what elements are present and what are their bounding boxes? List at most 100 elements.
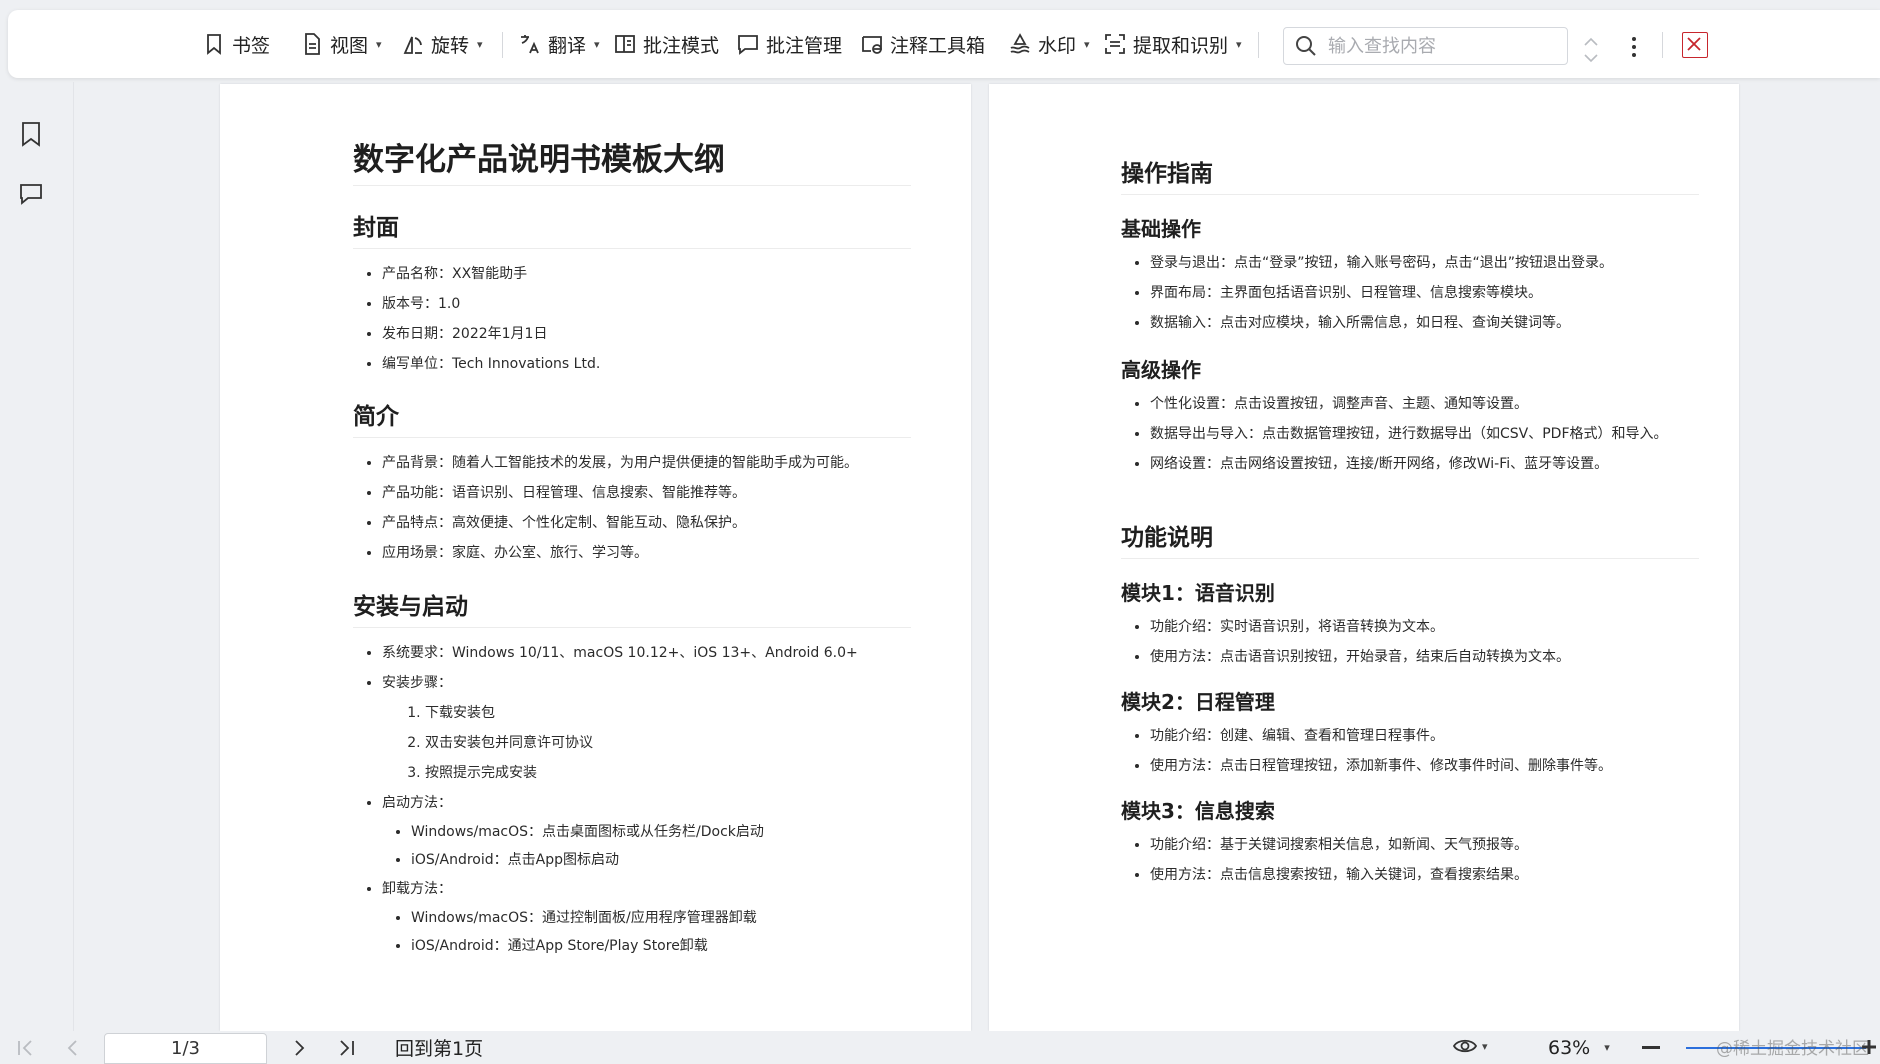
list-item: 按照提示完成安装 xyxy=(425,758,911,788)
rotate-label: 旋转 xyxy=(431,34,470,57)
list-item: 功能介绍：创建、编辑、查看和管理日程事件。 xyxy=(1150,721,1699,751)
list-item: 编写单位：Tech Innovations Ltd. xyxy=(382,349,911,379)
advanced-ops-list: 个性化设置：点击设置按钮，调整声音、主题、通知等设置。 数据导出与导入：点击数据… xyxy=(1121,389,1699,479)
rotate-button[interactable]: 旋转 ▾ xyxy=(401,10,483,78)
subsection-heading: 模块1：语音识别 xyxy=(1121,581,1275,605)
chevron-down-icon: ▾ xyxy=(1084,37,1090,51)
annotate-manage-button[interactable]: 批注管理 xyxy=(736,10,842,78)
rotate-icon xyxy=(403,36,422,54)
section-heading: 功能说明 xyxy=(1121,518,1699,559)
toolbar-divider xyxy=(1258,32,1259,58)
first-page-button[interactable] xyxy=(12,1035,38,1061)
basic-ops-list: 登录与退出：点击“登录”按钮，输入账号密码，点击“退出”按钮退出登录。 界面布局… xyxy=(1121,248,1699,338)
list-item: 安装步骤： 下载安装包 双击安装包并同意许可协议 按照提示完成安装 xyxy=(382,668,911,788)
zoom-in-button[interactable] xyxy=(1860,1037,1878,1057)
document-page-2: 操作指南 基础操作 登录与退出：点击“登录”按钮，输入账号密码，点击“退出”按钮… xyxy=(989,84,1739,1031)
list-item: 系统要求：Windows 10/11、macOS 10.12+、iOS 13+、… xyxy=(382,638,911,668)
watermark-icon xyxy=(1010,33,1030,54)
view-button[interactable]: 视图 ▾ xyxy=(300,10,382,78)
scan-icon xyxy=(1105,34,1125,54)
list-item: 应用场景：家庭、办公室、旅行、学习等。 xyxy=(382,538,911,568)
toolbar-divider xyxy=(1662,32,1663,58)
subsection-heading: 高级操作 xyxy=(1121,358,1201,382)
list-item: 双击安装包并同意许可协议 xyxy=(425,728,911,758)
sidebar-bookmarks-button[interactable] xyxy=(18,120,44,148)
last-page-button[interactable] xyxy=(334,1035,360,1061)
left-sidebar xyxy=(0,82,74,1032)
list-item: 使用方法：点击语音识别按钮，开始录音，结束后自动转换为文本。 xyxy=(1150,642,1699,672)
list-item-label: 卸载方法： xyxy=(382,881,452,897)
plus-icon xyxy=(1862,1040,1876,1054)
list-item: 产品功能：语音识别、日程管理、信息搜索、智能推荐等。 xyxy=(382,478,911,508)
toolbar-divider xyxy=(502,32,503,58)
list-item: Windows/macOS：点击桌面图标或从任务栏/Dock启动 xyxy=(411,818,911,846)
subsection-heading: 基础操作 xyxy=(1121,217,1201,241)
comment-icon xyxy=(738,35,758,55)
toolbox-icon xyxy=(862,36,882,54)
zoom-out-button[interactable] xyxy=(1642,1046,1660,1049)
more-options-button[interactable] xyxy=(1622,34,1646,60)
chevron-left-icon xyxy=(67,1040,77,1056)
extract-recognize-button[interactable]: 提取和识别 ▾ xyxy=(1103,10,1242,78)
bookmark-icon xyxy=(207,34,221,55)
uninstall-list: Windows/macOS：通过控制面板/应用程序管理器卸载 iOS/Andro… xyxy=(382,904,911,960)
list-item-label: 启动方法： xyxy=(382,795,452,811)
sidebar-comments-button[interactable] xyxy=(18,179,44,207)
watermark-button[interactable]: 水印 ▾ xyxy=(1008,10,1090,78)
zoom-select[interactable]: 63% ▾ xyxy=(1548,1031,1610,1064)
annotate-mode-button[interactable]: 批注模式 xyxy=(613,10,719,78)
bookmark-icon xyxy=(22,122,40,147)
eye-icon xyxy=(1452,1039,1478,1053)
document-page-1: 数字化产品说明书模板大纲 封面 产品名称：XX智能助手 版本号：1.0 发布日期… xyxy=(220,84,971,1031)
document-title: 数字化产品说明书模板大纲 xyxy=(353,84,911,186)
page-number-input[interactable]: 1/3 xyxy=(104,1033,267,1064)
list-item: 产品名称：XX智能助手 xyxy=(382,259,911,289)
extract-recognize-label: 提取和识别 xyxy=(1133,34,1229,57)
chevron-down-icon[interactable] xyxy=(1580,50,1602,66)
list-item: 使用方法：点击信息搜索按钮，输入关键词，查看搜索结果。 xyxy=(1150,860,1699,890)
comment-icon xyxy=(20,184,42,205)
section-heading: 简介 xyxy=(353,397,911,438)
annotate-toolbox-button[interactable]: 注释工具箱 xyxy=(860,10,985,78)
close-icon xyxy=(1687,37,1701,51)
list-item: Windows/macOS：通过控制面板/应用程序管理器卸载 xyxy=(411,904,911,932)
annotate-manage-label: 批注管理 xyxy=(766,34,843,57)
list-item: 发布日期：2022年1月1日 xyxy=(382,319,911,349)
list-item: 卸载方法： Windows/macOS：通过控制面板/应用程序管理器卸载 iOS… xyxy=(382,874,911,960)
goto-first-page-link[interactable]: 回到第1页 xyxy=(395,1031,483,1064)
module3-list: 功能介绍：基于关键词搜索相关信息，如新闻、天气预报等。 使用方法：点击信息搜索按… xyxy=(1121,830,1699,890)
read-mode-button[interactable]: ▾ xyxy=(1452,1035,1488,1057)
annotate-toolbox-label: 注释工具箱 xyxy=(890,34,986,57)
search-box[interactable] xyxy=(1283,27,1568,65)
list-item-label: 安装步骤： xyxy=(382,675,452,691)
section-guide: 操作指南 基础操作 登录与退出：点击“登录”按钮，输入账号密码，点击“退出”按钮… xyxy=(1121,154,1699,479)
chevron-down-icon: ▾ xyxy=(376,37,382,51)
watermark-label: 水印 xyxy=(1038,34,1077,57)
translate-button[interactable]: 翻译 ▾ xyxy=(518,10,600,78)
translate-icon xyxy=(521,35,539,54)
subsection-heading: 模块3：信息搜索 xyxy=(1121,799,1275,823)
list-item: 功能介绍：实时语音识别，将语音转换为文本。 xyxy=(1150,612,1699,642)
section-intro: 简介 产品背景：随着人工智能技术的发展，为用户提供便捷的智能助手成为可能。 产品… xyxy=(353,397,911,568)
section-heading: 安装与启动 xyxy=(353,587,911,628)
bottom-status-bar: 1/3 回到第1页 ▾ 63% ▾ xyxy=(0,1031,1880,1064)
module1-list: 功能介绍：实时语音识别，将语音转换为文本。 使用方法：点击语音识别按钮，开始录音… xyxy=(1121,612,1699,672)
list-item: 产品背景：随着人工智能技术的发展，为用户提供便捷的智能助手成为可能。 xyxy=(382,448,911,478)
list-item: 界面布局：主界面包括语音识别、日程管理、信息搜索等模块。 xyxy=(1150,278,1699,308)
section-cover: 封面 产品名称：XX智能助手 版本号：1.0 发布日期：2022年1月1日 编写… xyxy=(353,208,911,379)
next-page-button[interactable] xyxy=(286,1035,312,1061)
chevron-up-icon[interactable] xyxy=(1580,34,1602,50)
bookmark-button[interactable]: 书签 xyxy=(202,10,270,78)
list-item: 下载安装包 xyxy=(425,698,911,728)
close-button[interactable] xyxy=(1682,32,1708,58)
list-item: 版本号：1.0 xyxy=(382,289,911,319)
search-input[interactable] xyxy=(1328,35,1548,57)
zoom-slider[interactable] xyxy=(1686,1047,1866,1049)
prev-page-button[interactable] xyxy=(60,1035,86,1061)
chevron-right-icon xyxy=(295,1040,305,1056)
list-item: 网络设置：点击网络设置按钮，连接/断开网络，修改Wi-Fi、蓝牙等设置。 xyxy=(1150,449,1699,479)
intro-list: 产品背景：随着人工智能技术的发展，为用户提供便捷的智能助手成为可能。 产品功能：… xyxy=(353,448,911,568)
list-item: 数据输入：点击对应模块，输入所需信息，如日程、查询关键词等。 xyxy=(1150,308,1699,338)
list-item: 启动方法： Windows/macOS：点击桌面图标或从任务栏/Dock启动 i… xyxy=(382,788,911,874)
annotate-mode-label: 批注模式 xyxy=(643,34,720,57)
